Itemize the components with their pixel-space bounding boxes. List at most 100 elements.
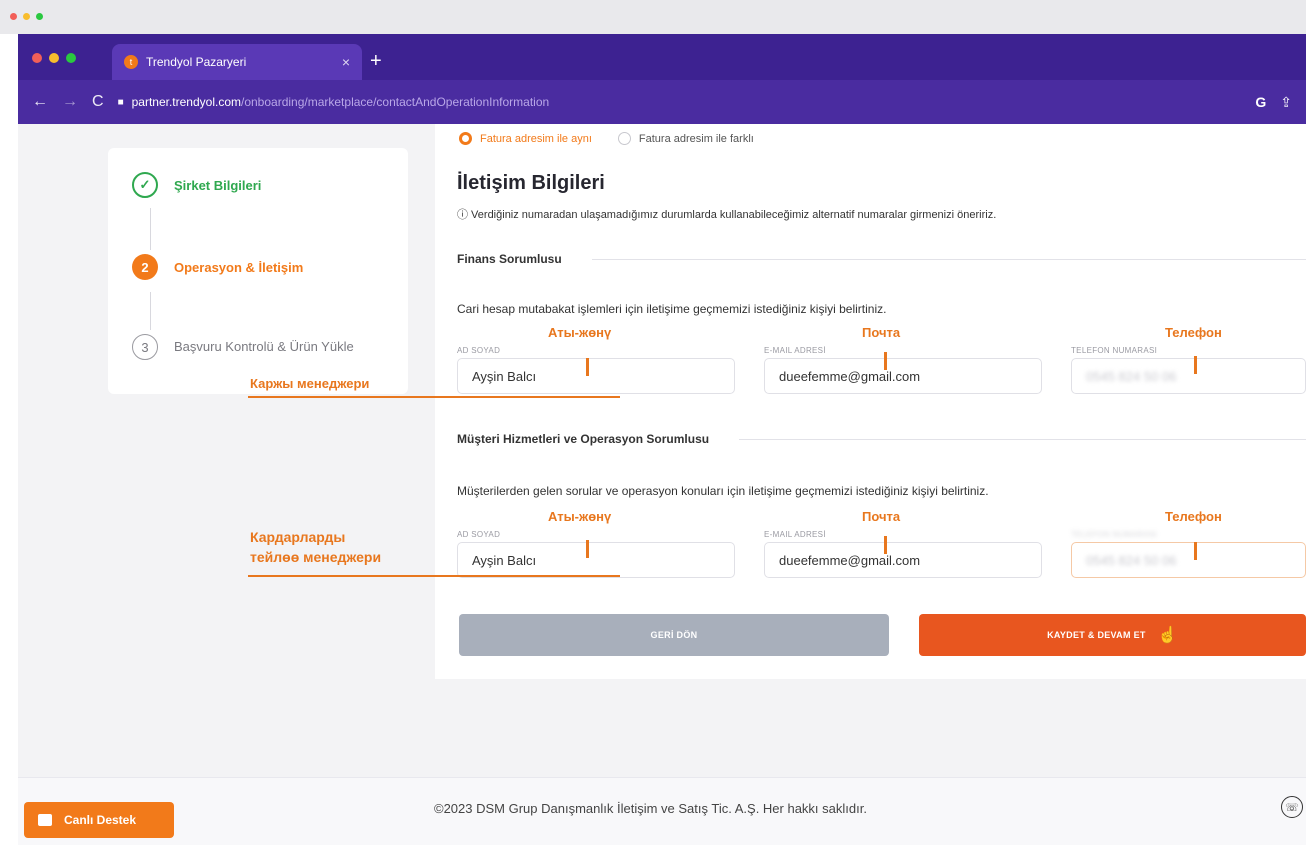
copyright-text: ©2023 DSM Grup Danışmanlık İletişim ve S…: [434, 801, 867, 816]
support-group-header: Müşteri Hizmetleri ve Operasyon Sorumlus…: [457, 432, 1306, 446]
lock-icon: ■: [117, 96, 124, 108]
outer-window-bar: [0, 0, 1306, 34]
live-support-button[interactable]: Canlı Destek: [24, 802, 174, 838]
phone-value: 0545 824 50 06: [1086, 368, 1177, 384]
step-connector: [150, 208, 151, 250]
finance-name-input[interactable]: Ayşin Balcı: [457, 358, 735, 394]
outer-window-controls: [10, 13, 43, 20]
annotation-tick: [884, 536, 887, 554]
annotation-email-1: Почта: [862, 325, 901, 340]
annotation-tick: [884, 352, 887, 370]
annotation-tick: [586, 540, 589, 558]
step-number: 2: [132, 254, 158, 280]
finance-group-header: Finans Sorumlusu: [457, 252, 1306, 266]
browser-chrome: t Trendyol Pazaryeri × + ← → C ■ partner…: [18, 34, 1306, 124]
close-dot-icon[interactable]: [32, 53, 42, 63]
tab-trendyol[interactable]: t Trendyol Pazaryeri ×: [112, 44, 362, 80]
close-dot-icon[interactable]: [10, 13, 17, 20]
section-title: İletişim Bilgileri: [457, 172, 605, 194]
tab-close-icon[interactable]: ×: [342, 54, 350, 70]
step-connector: [150, 292, 151, 330]
google-icon[interactable]: G: [1255, 94, 1266, 111]
annotation-service-manager: Кардарларды тейлөө менеджери: [250, 527, 381, 567]
contact-form-card: Fatura adresim ile aynı Fatura adresim i…: [435, 124, 1306, 679]
annotation-line: Кардарларды: [250, 529, 346, 545]
finance-phone-label: TELEFON NUMARASI: [1071, 346, 1158, 355]
annotation-phone-2: Телефон: [1165, 509, 1222, 524]
new-tab-button[interactable]: +: [370, 50, 382, 73]
browser-window-controls: [32, 53, 76, 63]
annotation-tick: [1194, 356, 1197, 374]
zoom-dot-icon[interactable]: [36, 13, 43, 20]
trendyol-favicon-icon: t: [124, 55, 138, 69]
phone-value: 0545 824 50 06: [1086, 552, 1177, 568]
step-operation-contact[interactable]: 2 Operasyon & İletişim: [132, 254, 303, 280]
step-label: Şirket Bilgileri: [174, 177, 262, 193]
support-email-label: E-MAIL ADRESİ: [764, 530, 826, 539]
finance-description: Cari hesap mutabakat işlemleri için ilet…: [457, 302, 887, 316]
tab-title: Trendyol Pazaryeri: [146, 55, 247, 69]
step-company-info[interactable]: ✓ Şirket Bilgileri: [132, 172, 261, 198]
annotation-underline: [248, 396, 620, 398]
step-label: Operasyon & İletişim: [174, 259, 304, 275]
phone-icon[interactable]: ☏: [1281, 796, 1303, 818]
radio-label: Fatura adresim ile aynı: [480, 132, 592, 145]
finance-email-input[interactable]: dueefemme@gmail.com: [764, 358, 1042, 394]
annotation-underline: [248, 575, 620, 577]
url-host: partner.trendyol.com: [131, 95, 241, 109]
minimize-dot-icon[interactable]: [23, 13, 30, 20]
reload-icon[interactable]: C: [92, 93, 104, 111]
annotation-name-2: Аты-жөнү: [548, 509, 612, 524]
divider: [591, 258, 1306, 260]
support-name-input[interactable]: Ayşin Balcı: [457, 542, 735, 578]
support-phone-label: TELEFON NUMARASI: [1071, 530, 1158, 539]
back-button-label: GERİ DÖN: [650, 630, 698, 640]
support-phone-input[interactable]: 0545 824 50 06: [1071, 542, 1306, 578]
annotation-phone-1: Телефон: [1165, 325, 1222, 340]
forward-arrow-icon[interactable]: →: [62, 93, 78, 111]
radio-empty-icon: [617, 132, 631, 145]
annotation-tick: [586, 358, 589, 376]
onboarding-stepper: ✓ Şirket Bilgileri 2 Operasyon & İletişi…: [108, 148, 408, 394]
page-footer: ©2023 DSM Grup Danışmanlık İletişim ve S…: [18, 777, 1306, 845]
zoom-dot-icon[interactable]: [66, 53, 76, 63]
toolbar-icons: G ⇪: [1255, 94, 1292, 111]
group-title: Finans Sorumlusu: [457, 252, 562, 266]
share-icon[interactable]: ⇪: [1280, 94, 1292, 111]
radio-label: Fatura adresim ile farklı: [638, 132, 754, 145]
check-icon: ✓: [132, 172, 158, 198]
step-review-upload[interactable]: 3 Başvuru Kontrolü & Ürün Yükle: [132, 334, 374, 360]
support-name-label: AD SOYAD: [457, 530, 501, 539]
tab-strip: t Trendyol Pazaryeri × +: [18, 34, 1306, 80]
annotation-finance-manager: Каржы менеджери: [250, 376, 370, 391]
chat-icon: [38, 814, 52, 826]
support-email-input[interactable]: dueefemme@gmail.com: [764, 542, 1042, 578]
save-continue-label: KAYDET & DEVAM ET: [1047, 630, 1146, 640]
annotation-name-1: Аты-жөнү: [548, 325, 612, 340]
url-field[interactable]: ■ partner.trendyol.com/onboarding/market…: [118, 95, 550, 109]
annotation-email-2: Почта: [862, 509, 901, 524]
pointer-hand-icon: ☝: [1157, 627, 1178, 644]
step-label: Başvuru Kontrolü & Ürün Yükle: [174, 339, 354, 354]
annotation-tick: [1194, 542, 1197, 560]
address-bar: ← → C ■ partner.trendyol.com/onboarding/…: [18, 80, 1306, 124]
divider: [739, 438, 1306, 440]
radio-selected-icon: [459, 132, 472, 145]
support-description: Müşterilerden gelen sorular ve operasyon…: [457, 484, 989, 498]
annotation-line: тейлөө менеджери: [250, 549, 382, 565]
step-number: 3: [132, 334, 158, 360]
url-path: /onboarding/marketplace/contactAndOperat…: [241, 95, 550, 109]
back-button[interactable]: GERİ DÖN: [459, 614, 889, 656]
back-arrow-icon[interactable]: ←: [32, 93, 48, 111]
radio-same-address[interactable]: Fatura adresim ile aynı: [459, 132, 592, 145]
finance-name-label: AD SOYAD: [457, 346, 501, 355]
info-text: ⓘ Verdiğiniz numaradan ulaşamadığımız du…: [457, 209, 997, 221]
save-continue-button[interactable]: KAYDET & DEVAM ET ☝: [919, 614, 1306, 656]
radio-different-address[interactable]: Fatura adresim ile farklı: [617, 132, 754, 145]
live-support-label: Canlı Destek: [64, 813, 137, 827]
minimize-dot-icon[interactable]: [49, 53, 59, 63]
address-option-group: Fatura adresim ile aynı Fatura adresim i…: [459, 132, 754, 145]
page-content: ✓ Şirket Bilgileri 2 Operasyon & İletişi…: [18, 124, 1306, 845]
group-title: Müşteri Hizmetleri ve Operasyon Sorumlus…: [457, 432, 710, 446]
finance-phone-input[interactable]: 0545 824 50 06: [1071, 358, 1306, 394]
